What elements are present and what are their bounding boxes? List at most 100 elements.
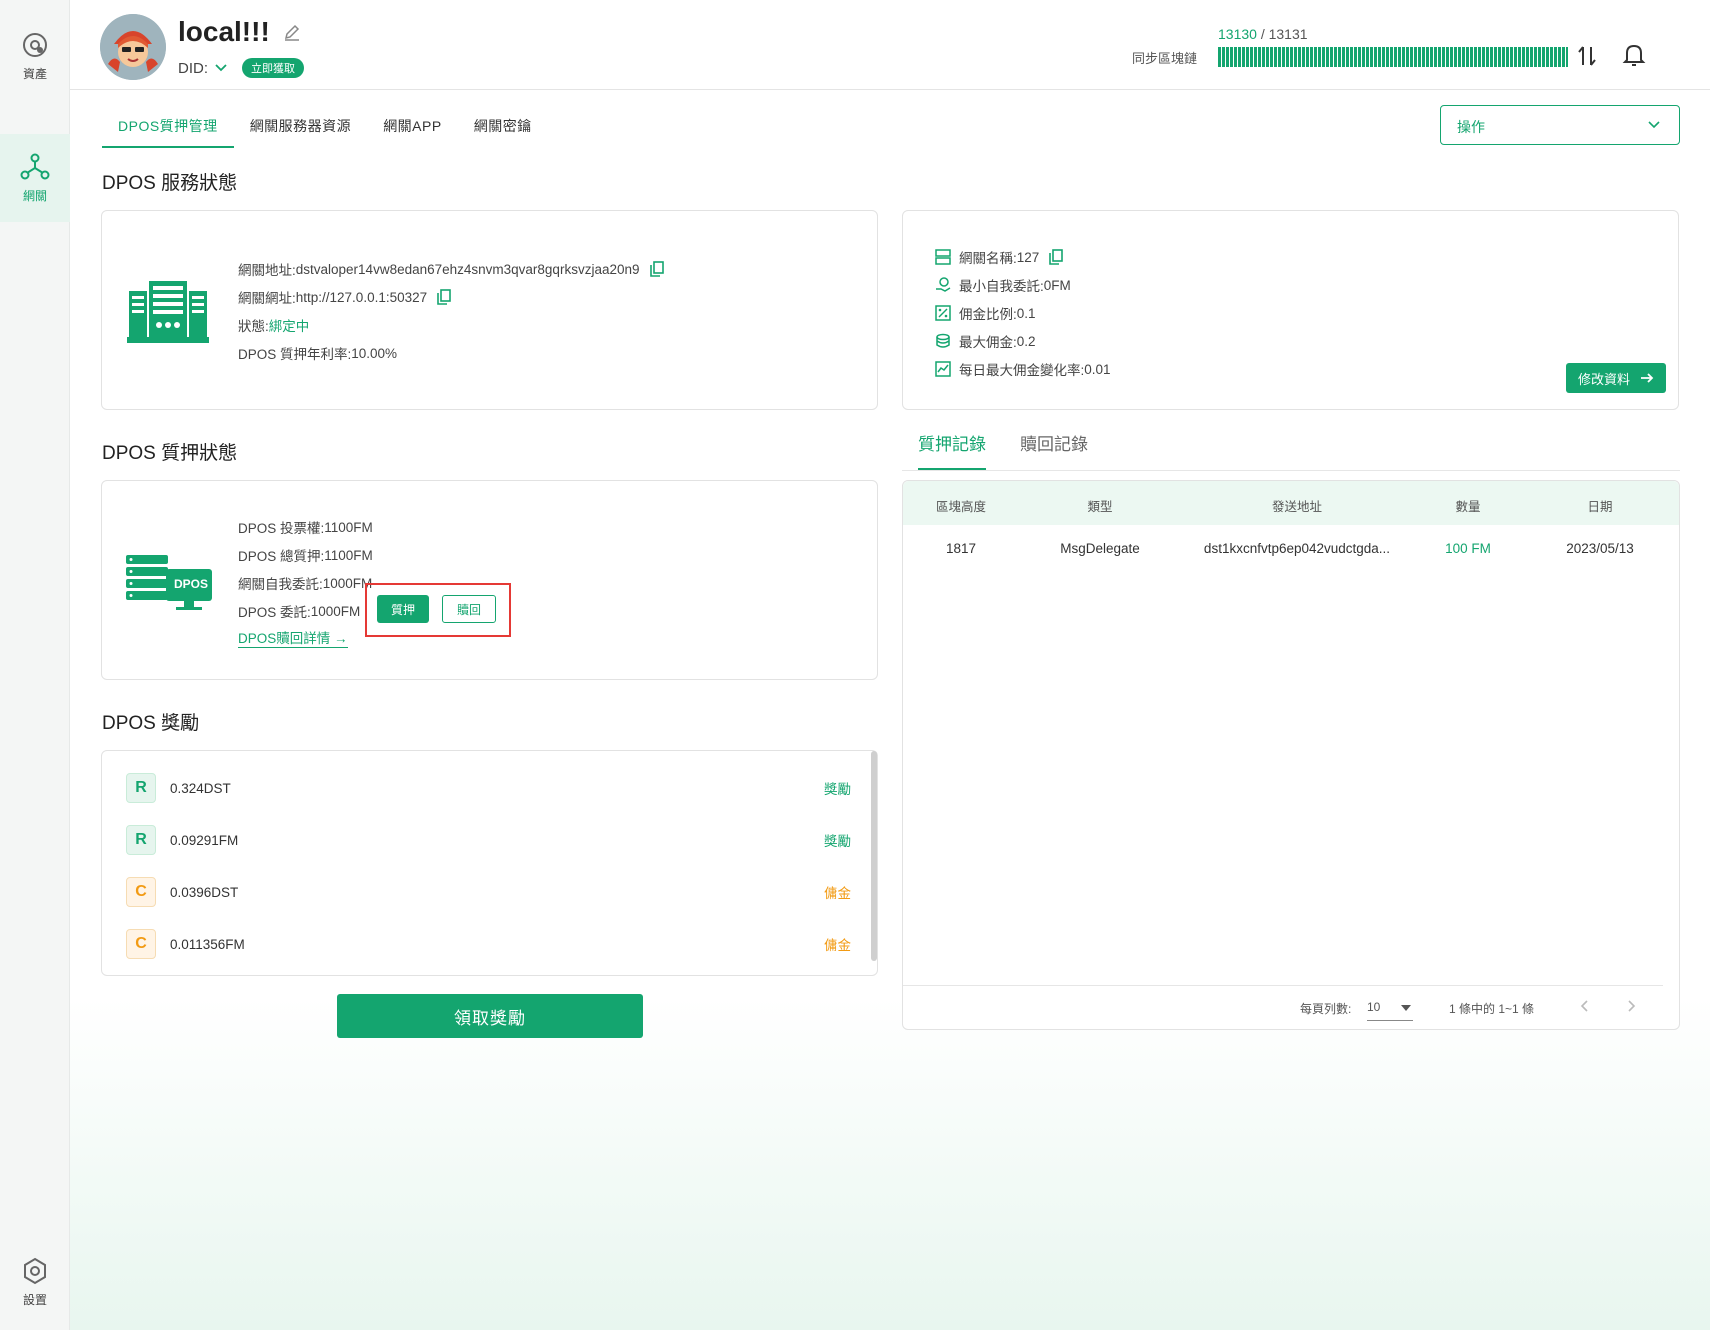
reward-amount: 0.0396DST — [170, 884, 239, 900]
chevron-down-icon[interactable] — [214, 63, 228, 73]
reward-letter: R — [126, 825, 156, 855]
reward-letter: R — [126, 773, 156, 803]
gateway-status: 狀態: 綁定中 — [238, 315, 309, 335]
tab-gateway-app[interactable]: 網關APP — [367, 106, 458, 148]
sidebar-item-gateway[interactable]: 網關 — [0, 134, 70, 222]
reward-type: 傭金 — [824, 938, 851, 953]
settings-icon — [24, 1257, 46, 1284]
rows-per-page-label: 每頁列數: — [1300, 1002, 1352, 1016]
tab-gateway-keys[interactable]: 網關密鑰 — [458, 106, 548, 148]
tab-stake-records[interactable]: 質押記錄 — [918, 430, 986, 470]
sidebar-item-label: 資產 — [22, 66, 47, 81]
list-item: R 0.324DST 獎勵 — [126, 771, 851, 805]
records-table: 區塊高度 類型 發送地址 數量 日期 1817 MsgDelegate dst1… — [902, 480, 1680, 1030]
bell-icon[interactable] — [1622, 42, 1646, 68]
sync-label: 同步區塊鏈 — [1132, 51, 1198, 66]
max-commission-change: 每日最大佣金變化率: 0.01 — [935, 359, 1111, 379]
chevron-left-icon[interactable] — [1579, 999, 1589, 1013]
percent-icon — [935, 305, 951, 321]
divider — [903, 985, 1663, 986]
chevron-right-icon[interactable] — [1627, 999, 1637, 1013]
cell-type: MsgDelegate — [1060, 541, 1140, 556]
edit-icon[interactable] — [282, 22, 302, 42]
sync-separator: / — [1256, 26, 1269, 42]
copy-icon[interactable] — [1049, 249, 1064, 265]
reward-type: 傭金 — [824, 886, 851, 901]
stake-status-card: DPOS DPOS 投票權: 1100FM DPOS 總質押: 1100FM 網… — [101, 480, 878, 680]
dpos-votes: DPOS 投票權: 1100FM — [238, 517, 373, 537]
cell-date: 2023/05/13 — [1566, 541, 1634, 556]
copy-icon[interactable] — [437, 289, 451, 305]
scrollbar[interactable] — [871, 751, 877, 961]
sidebar-item-label: 網關 — [22, 188, 47, 203]
reward-letter: C — [126, 877, 156, 907]
max-change-label: 每日最大佣金變化率: — [959, 363, 1085, 378]
dpos-delegation: DPOS 委託: 1000FM — [238, 601, 360, 621]
avatar-icon — [100, 14, 166, 80]
min-self-label: 最小自我委託: — [959, 279, 1044, 294]
stake-button[interactable]: 質押 — [377, 595, 429, 623]
gateway-url: 網關網址: http://127.0.0.1:50327 — [238, 287, 451, 307]
tab-dpos-management[interactable]: DPOS質押管理 — [102, 106, 234, 148]
column-header: 日期 — [1587, 500, 1613, 514]
min-self-delegation: 最小自我委託: 0FM — [935, 275, 1071, 295]
caret-down-icon — [1401, 1005, 1411, 1011]
reward-type: 獎勵 — [824, 834, 851, 849]
redeem-detail-label: DPOS贖回詳情 — [238, 631, 331, 646]
gateway-name-label: 網關名稱: — [959, 251, 1017, 266]
server-icon — [935, 249, 951, 265]
commission-label: 佣金比例: — [959, 307, 1017, 322]
max-commission-value: 0.2 — [1016, 333, 1036, 349]
delegate-value: 1000FM — [310, 603, 361, 619]
max-commission-label: 最大佣金: — [959, 335, 1017, 350]
trend-chart-icon — [935, 361, 951, 377]
min-self-value: 0FM — [1043, 277, 1071, 293]
gateway-info-card: 網關名稱: 127 最小自我委託: 0FM 佣金比例: 0.1 最大佣金: 0.… — [902, 210, 1679, 410]
sort-icon[interactable] — [1575, 44, 1599, 68]
dpos-badge: DPOS — [173, 577, 208, 591]
arrow-right-icon — [1641, 373, 1654, 383]
gateway-name-value: 127 — [1016, 249, 1040, 265]
asset-icon — [23, 32, 47, 57]
gateway-address-label: 網關地址: — [238, 263, 296, 278]
gateway-icon — [20, 153, 50, 179]
tab-server-resources[interactable]: 網關服務器資源 — [234, 106, 368, 148]
sync-total: 13131 — [1268, 26, 1308, 42]
cell-from: dst1kxcnfvtp6ep042vudctgda... — [1203, 541, 1391, 556]
max-change-value: 0.01 — [1084, 361, 1111, 377]
service-status-card: 網關地址: dstvaloper14vw8edan67ehz4snvm3qvar… — [101, 210, 878, 410]
server-illustration-icon — [127, 281, 209, 343]
annual-rate-value: 10.00% — [351, 345, 398, 361]
column-header: 類型 — [1087, 500, 1113, 514]
arrow-right-icon: → — [334, 631, 348, 646]
redeem-button[interactable]: 贖回 — [442, 595, 496, 623]
did-label: DID: — [178, 59, 208, 77]
chevron-down-icon — [1648, 121, 1660, 129]
redeem-detail-link[interactable]: DPOS贖回詳情 → — [238, 627, 348, 648]
stake-status-title: DPOS 質押狀態 — [102, 443, 238, 464]
operation-select[interactable]: 操作 — [1440, 105, 1680, 145]
sidebar-item-assets[interactable]: 資產 — [0, 12, 70, 100]
rows-per-page-select[interactable]: 10 — [1367, 993, 1413, 1021]
column-header: 發送地址 — [1271, 500, 1323, 514]
edit-info-label: 修改資料 — [1577, 371, 1630, 387]
reward-amount: 0.09291FM — [170, 832, 239, 848]
hand-coin-icon — [936, 277, 951, 292]
avatar[interactable] — [100, 14, 166, 80]
gateway-name: 網關名稱: 127 — [935, 247, 1064, 267]
copy-icon[interactable] — [649, 261, 664, 277]
votes-label: DPOS 投票權: — [238, 521, 325, 536]
gateway-status-label: 狀態: — [238, 319, 269, 334]
edit-info-button[interactable]: 修改資料 — [1566, 363, 1666, 393]
sidebar-item-settings[interactable]: 設置 — [0, 1238, 70, 1326]
list-item: C 0.011356FM 傭金 — [126, 927, 851, 961]
gateway-url-label: 網關網址: — [238, 291, 296, 306]
main-content: local!!! DID: 立即獲取 13130 / 13131 同步區塊鏈 D… — [70, 0, 1710, 1330]
claim-rewards-button[interactable]: 領取獎勵 — [337, 994, 643, 1038]
total-value: 1100FM — [324, 547, 373, 563]
did-get-badge[interactable]: 立即獲取 — [242, 58, 304, 78]
commission-value: 0.1 — [1016, 305, 1036, 321]
tab-redeem-records[interactable]: 贖回記錄 — [1020, 430, 1088, 470]
service-status-title: DPOS 服務狀態 — [102, 173, 238, 194]
cell-height: 1817 — [945, 541, 977, 556]
